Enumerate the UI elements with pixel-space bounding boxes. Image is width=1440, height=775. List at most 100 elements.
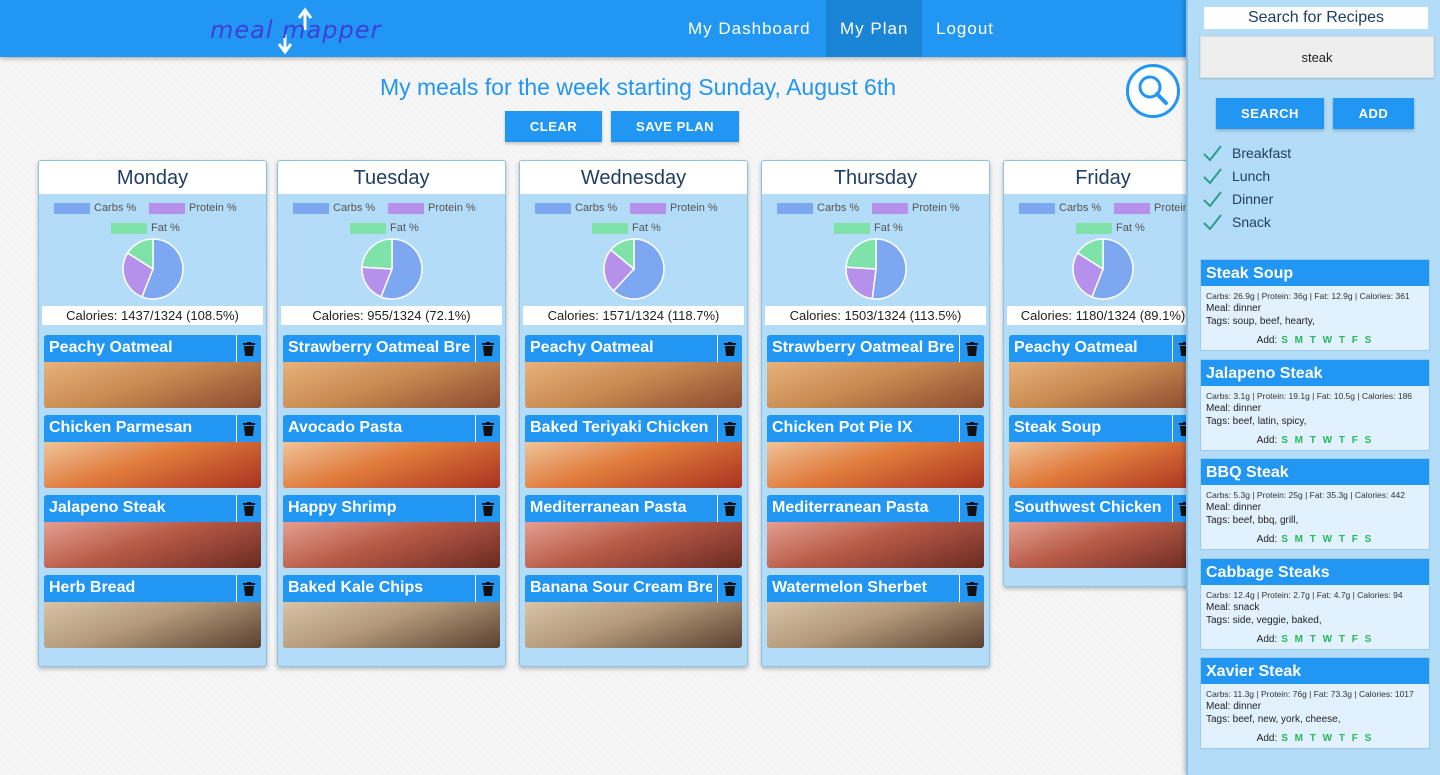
meal-name: Mediterranean Pasta [772,499,929,516]
day-column-friday: Friday Carbs % Protein % Fat % Calories:… [1003,160,1203,587]
meal-photo [44,602,261,648]
meal-card[interactable]: Southwest Chicken Salad [1009,495,1197,568]
day-column-tuesday: Tuesday Carbs % Protein % Fat % Calories… [277,160,506,667]
delete-meal-button[interactable] [717,495,742,522]
protein-swatch [149,202,185,214]
delete-meal-button[interactable] [475,575,500,602]
meal-card[interactable]: Steak Soup [1009,415,1197,488]
nav-my-dashboard[interactable]: My Dashboard [674,0,825,57]
meal-card[interactable]: Peachy Oatmeal [44,335,261,408]
filter-breakfast[interactable]: Breakfast [1202,144,1291,162]
meal-photo [1009,362,1197,408]
meal-card[interactable]: Mediterranean Pasta [767,495,984,568]
recipe-search-input[interactable] [1200,36,1434,78]
recipe-name: BBQ Steak [1201,459,1429,485]
meal-card[interactable]: Jalapeno Steak [44,495,261,568]
logo-text: meal mapper [210,16,382,44]
save-plan-button[interactable]: SAVE PLAN [611,111,739,142]
meal-name: Herb Bread [49,579,136,596]
legend-protein: Protein % [388,202,476,214]
delete-meal-button[interactable] [959,575,984,602]
delete-meal-button[interactable] [236,415,261,442]
delete-meal-button[interactable] [236,335,261,362]
panel-title: Search for Recipes [1204,7,1428,29]
delete-meal-button[interactable] [475,415,500,442]
fat-swatch [592,222,628,234]
meal-photo [283,522,500,568]
meal-card[interactable]: Strawberry Oatmeal Breakfast [767,335,984,408]
meal-card[interactable]: Happy Shrimp [283,495,500,568]
recipe-result-card[interactable]: BBQ Steak Carbs: 5.3g | Protein: 25g | F… [1200,458,1430,550]
meal-card[interactable]: Herb Bread [44,575,261,648]
delete-meal-button[interactable] [959,335,984,362]
delete-meal-button[interactable] [959,415,984,442]
meal-name: Watermelon Sherbet [772,579,927,596]
recipe-name: Jalapeno Steak [1201,359,1429,386]
delete-meal-button[interactable] [475,495,500,522]
meal-card[interactable]: Banana Sour Cream Bread [525,575,742,648]
meal-photo [525,362,742,408]
trash-icon [482,421,494,436]
meal-photo [767,602,984,648]
calories-summary: Calories: 1571/1324 (118.7%) [523,306,744,325]
legend-carbs: Carbs % [54,202,136,214]
meal-mapper-logo[interactable]: meal mapper [210,4,400,56]
meal-card[interactable]: Mediterranean Pasta [525,495,742,568]
add-day-buttons[interactable]: S M T W T F S [1281,435,1373,446]
delete-meal-button[interactable] [959,495,984,522]
page-title: My meals for the week starting Sunday, A… [379,74,897,100]
meal-card[interactable]: Peachy Oatmeal [1009,335,1197,408]
add-day-buttons[interactable]: S M T W T F S [1281,534,1373,545]
delete-meal-button[interactable] [717,335,742,362]
recipe-result-card[interactable]: Steak Soup Carbs: 26.9g | Protein: 36g |… [1200,259,1430,351]
meal-card[interactable]: Baked Kale Chips [283,575,500,648]
clear-button[interactable]: CLEAR [505,111,602,142]
meal-photo [1009,522,1197,568]
add-day-buttons[interactable]: S M T W T F S [1281,733,1373,744]
add-button[interactable]: ADD [1333,98,1414,129]
delete-meal-button[interactable] [236,495,261,522]
nav-my-plan[interactable]: My Plan [826,0,923,57]
pie-slice-fat [360,238,393,270]
recipe-name: Xavier Steak [1201,658,1429,684]
meal-name: Southwest Chicken Salad [1014,499,1167,516]
meal-card[interactable]: Peachy Oatmeal [525,335,742,408]
meal-card[interactable]: Chicken Pot Pie IX [767,415,984,488]
legend-fat: Fat % [834,222,903,234]
filter-snack[interactable]: Snack [1202,213,1271,231]
recipe-result-card[interactable]: Cabbage Steaks Carbs: 12.4g | Protein: 2… [1200,557,1430,650]
meal-card[interactable]: Baked Teriyaki Chicken [525,415,742,488]
filter-dinner[interactable]: Dinner [1202,190,1273,208]
recipe-tags: Tags: soup, beef, hearty, [1206,316,1315,327]
meal-card[interactable]: Watermelon Sherbet [767,575,984,648]
delete-meal-button[interactable] [475,335,500,362]
fat-swatch [834,222,870,234]
meal-card[interactable]: Avocado Pasta [283,415,500,488]
trash-icon [724,581,736,596]
legend-carbs: Carbs % [535,202,617,214]
legend-fat: Fat % [1076,222,1145,234]
delete-meal-button[interactable] [236,575,261,602]
meal-photo [283,602,500,648]
macro-legend: Carbs % Protein % Fat % [762,194,989,236]
meal-card[interactable]: Strawberry Oatmeal Breakfast [283,335,500,408]
search-button[interactable]: SEARCH [1216,98,1324,129]
macro-legend: Carbs % Protein % Fat % [39,194,266,236]
legend-carbs: Carbs % [777,202,859,214]
add-to-day-row: Add: S M T W T F S [1256,633,1374,645]
meal-card[interactable]: Chicken Parmesan [44,415,261,488]
macro-legend: Carbs % Protein % Fat % [1004,194,1202,236]
filter-lunch[interactable]: Lunch [1202,167,1270,185]
nav-logout[interactable]: Logout [922,0,1008,57]
legend-fat: Fat % [592,222,661,234]
add-day-buttons[interactable]: S M T W T F S [1281,634,1373,645]
recipe-result-card[interactable]: Jalapeno Steak Carbs: 3.1g | Protein: 19… [1200,358,1430,451]
recipe-result-card[interactable]: Xavier Steak Carbs: 11.3g | Protein: 76g… [1200,657,1430,749]
meal-photo [283,442,500,488]
meal-photo [767,362,984,408]
delete-meal-button[interactable] [717,575,742,602]
delete-meal-button[interactable] [717,415,742,442]
add-day-buttons[interactable]: S M T W T F S [1281,335,1373,346]
meal-name: Jalapeno Steak [49,499,166,516]
search-toggle-button[interactable] [1126,64,1180,118]
